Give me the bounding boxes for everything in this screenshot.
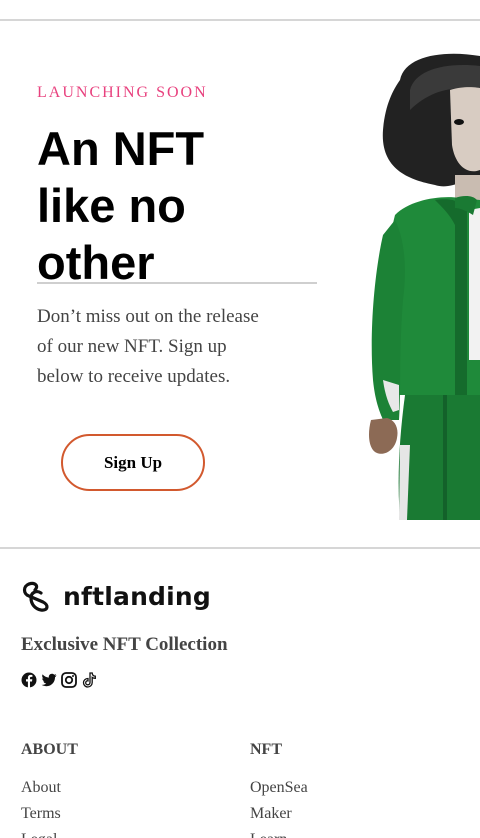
headline-underline	[37, 282, 317, 284]
eyebrow-label: LAUNCHING SOON	[37, 84, 208, 101]
footer-link-legal[interactable]: Legal	[21, 827, 61, 838]
description-line: of our new NFT. Sign up	[37, 336, 227, 357]
logo-mark-icon	[22, 581, 49, 612]
footer-links-nft: OpenSea Maker Learn	[250, 775, 308, 838]
footer-link-opensea[interactable]: OpenSea	[250, 775, 308, 801]
footer-divider	[0, 547, 480, 549]
instagram-icon[interactable]	[61, 672, 77, 688]
hero-headline: An NFT like no other	[37, 120, 317, 291]
footer-column-title-nft: NFT	[250, 741, 282, 758]
brand-name: nftlanding	[63, 581, 212, 611]
description-line: below to receive updates.	[37, 366, 231, 387]
top-divider	[0, 19, 480, 21]
footer-link-maker[interactable]: Maker	[250, 801, 308, 827]
sign-up-button[interactable]: Sign Up	[61, 434, 205, 491]
headline-line: like no	[37, 179, 186, 232]
footer-tagline: Exclusive NFT Collection	[21, 634, 228, 655]
hero-description: Don’t miss out on the release of our new…	[37, 302, 287, 392]
footer-link-about[interactable]: About	[21, 775, 61, 801]
headline-line: An NFT	[37, 122, 205, 175]
footer-link-terms[interactable]: Terms	[21, 801, 61, 827]
tiktok-icon[interactable]	[81, 672, 97, 688]
social-links	[21, 672, 97, 688]
description-line: Don’t miss out on the release	[37, 306, 259, 327]
twitter-icon[interactable]	[41, 672, 57, 688]
footer-column-title-about: ABOUT	[21, 741, 78, 758]
footer-links-about: About Terms Legal	[21, 775, 61, 838]
footer-link-learn[interactable]: Learn	[250, 827, 308, 838]
brand-logo[interactable]: nftlanding	[21, 580, 211, 612]
nft-character-illustration	[369, 53, 480, 520]
facebook-icon[interactable]	[21, 672, 37, 688]
